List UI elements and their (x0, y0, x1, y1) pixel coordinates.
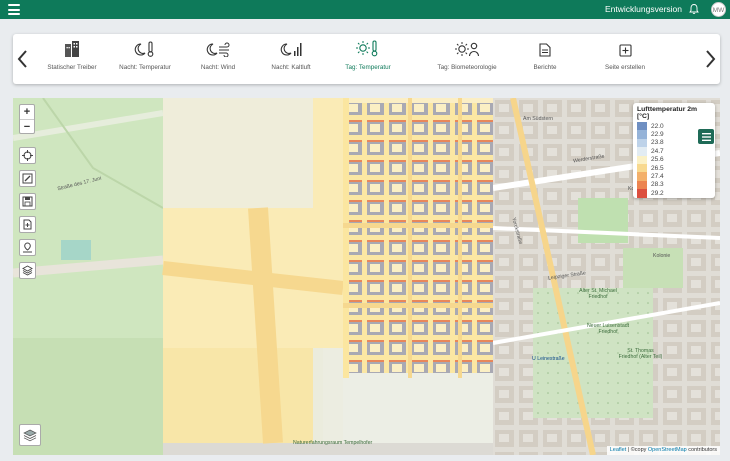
layers-icon (22, 265, 33, 276)
legend-title: Lufttemperatur 2m [°C] (637, 106, 698, 120)
legend-swatch (637, 172, 647, 181)
tool-night-cold-air[interactable]: Nacht: Kaltluft (251, 40, 331, 80)
map-label: Am Südstern (523, 116, 553, 122)
save-icon (22, 196, 33, 207)
tool-label: Tag: Biometeorologie (437, 64, 497, 71)
scenario-toolbar: Statischer Treiber Nacht: Temperatur Nac… (13, 34, 720, 84)
bell-icon[interactable] (688, 3, 700, 15)
map-label: Kolonie (653, 253, 671, 259)
draw-button[interactable] (19, 170, 36, 187)
legend-entry: 27.4 (637, 172, 711, 181)
tool-static-drivers[interactable]: Statischer Treiber (32, 40, 112, 80)
layer-menu-button[interactable] (698, 129, 714, 144)
attribution-suffix: contributors (686, 447, 717, 453)
legend-value: 23.8 (651, 139, 664, 147)
zoom-in-button[interactable]: + (20, 105, 34, 120)
legend-value: 28.3 (651, 181, 664, 189)
leaflet-link[interactable]: Leaflet (610, 447, 627, 453)
moon-wind-icon (178, 40, 258, 57)
legend-swatch (637, 189, 647, 198)
map-label: St. Thomas Friedhof (Alter Teil) (618, 348, 663, 360)
chevron-right-icon[interactable] (702, 48, 718, 70)
marker-button[interactable] (19, 239, 36, 256)
legend-swatch (637, 138, 647, 148)
tool-create-page[interactable]: Seite erstellen (585, 40, 665, 80)
map-base-layer (13, 98, 720, 455)
tool-label: Tag: Temperatur (345, 64, 391, 71)
menu-icon[interactable] (8, 4, 20, 15)
map-station-label: U Leinestraße (532, 356, 565, 362)
document-icon (505, 40, 585, 57)
tool-label: Nacht: Temperatur (119, 64, 171, 71)
legend-swatch (637, 147, 647, 156)
moon-bars-icon (251, 40, 331, 57)
tool-day-temperature[interactable]: Tag: Temperatur (328, 40, 408, 80)
osm-link[interactable]: OpenStreetMap (648, 447, 687, 453)
save-button[interactable] (19, 193, 36, 210)
top-app-bar: Entwicklungsversion MW (0, 0, 730, 19)
tool-day-biometeorology[interactable]: Tag: Biometeorologie (427, 40, 507, 80)
sun-person-icon (427, 40, 507, 57)
map-label: Alter St. Michael Friedhof (579, 288, 617, 300)
tool-label: Berichte (533, 64, 557, 71)
legend-entry: 28.3 (637, 180, 711, 190)
legend-entry: 24.7 (637, 147, 711, 156)
legend-value: 27.4 (651, 173, 664, 181)
legend-value: 29.2 (651, 189, 664, 197)
map-attribution: Leaflet | ©copy OpenStreetMap contributo… (606, 446, 720, 455)
avatar[interactable]: MW (711, 2, 726, 17)
tool-label: Nacht: Kaltluft (271, 64, 311, 71)
import-button[interactable] (19, 216, 36, 233)
legend-value: 22.9 (651, 131, 664, 139)
zoom-out-button[interactable]: − (20, 120, 34, 135)
map-label: Neuer Luisenstadt Friedhof (586, 323, 630, 335)
legend-entry: 25.6 (637, 155, 711, 164)
legend-entry: 29.2 (637, 189, 711, 198)
version-label: Entwicklungsversion (604, 4, 682, 14)
temperature-legend: Lufttemperatur 2m [°C] 22.0 22.9 23.8 24.7 2… (633, 103, 715, 198)
legend-value: 24.7 (651, 147, 664, 155)
tool-night-wind[interactable]: Nacht: Wind (178, 40, 258, 80)
legend-value: 26.5 (651, 164, 664, 172)
legend-swatch (637, 122, 647, 131)
chevron-left-icon[interactable] (15, 48, 31, 70)
legend-swatch (637, 180, 647, 190)
legend-swatch (637, 155, 647, 164)
layers-button[interactable] (19, 262, 36, 279)
map-pin-icon (23, 242, 32, 253)
basemap-layers-button[interactable] (19, 424, 41, 446)
map-label: Naturerfahrungsraum Tempelhofer (293, 440, 373, 446)
add-page-icon (585, 40, 665, 57)
tool-label: Statischer Treiber (47, 64, 97, 71)
tool-night-temperature[interactable]: Nacht: Temperatur (105, 40, 185, 80)
legend-value: 22.0 (651, 122, 664, 130)
legend-swatch (637, 130, 647, 139)
file-add-icon (23, 219, 32, 230)
crosshair-icon (22, 150, 33, 161)
sun-thermometer-icon (328, 40, 408, 57)
tool-reports[interactable]: Berichte (505, 40, 585, 80)
moon-thermometer-icon (105, 40, 185, 57)
legend-value: 25.6 (651, 156, 664, 164)
legend-entry: 26.5 (637, 163, 711, 173)
list-icon (701, 132, 711, 141)
buildings-icon (32, 40, 112, 57)
zoom-control: + − (19, 104, 35, 134)
map-view[interactable]: Straße des 17. Juni Werderstraße Yorckst… (13, 98, 720, 455)
tool-label: Nacht: Wind (200, 64, 236, 71)
edit-icon (22, 173, 33, 184)
layers-icon (23, 429, 37, 442)
tool-label: Seite erstellen (605, 64, 645, 71)
attribution-separator: | ©copy (626, 447, 648, 453)
locate-button[interactable] (19, 147, 36, 164)
legend-swatch (637, 163, 647, 173)
